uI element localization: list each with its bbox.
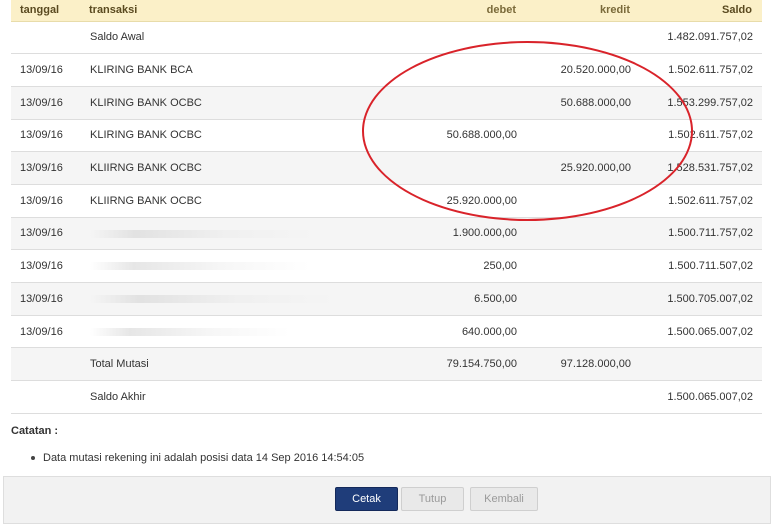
column-header-saldo: Saldo [640, 0, 762, 22]
cell-balance: 1.502.611.757,02 [640, 184, 762, 218]
cell-date: 13/09/16 [11, 151, 81, 185]
close-button[interactable]: Tutup [401, 487, 464, 511]
redacted-text [90, 327, 290, 336]
mutation-table: tanggal transaksi debet kredit Saldo Sal… [11, 0, 762, 414]
cell-credit [526, 380, 640, 414]
table-row: 13/09/16 KLIIRNG BANK OCBC 25.920.000,00… [11, 151, 762, 185]
cell-balance: 1.500.711.507,02 [640, 249, 762, 283]
cell-balance: 1.500.711.757,02 [640, 217, 762, 251]
cell-credit [526, 315, 640, 349]
print-button[interactable]: Cetak [335, 487, 398, 511]
notes-list: Data mutasi rekening ini adalah posisi d… [31, 452, 364, 464]
cell-transaction: KLIRING BANK OCBC [81, 119, 421, 153]
cell-transaction-redacted [81, 315, 421, 349]
table-row: 13/09/16 KLIRING BANK OCBC 50.688.000,00… [11, 86, 762, 120]
cell-date [11, 380, 81, 414]
cell-transaction-redacted [81, 249, 421, 283]
cell-debit: 79.154.750,00 [421, 347, 526, 382]
back-button[interactable]: Kembali [470, 487, 538, 511]
cell-credit: 25.920.000,00 [526, 151, 640, 185]
cell-credit: 50.688.000,00 [526, 86, 640, 120]
table-row: 13/09/16 6.500,00 1.500.705.007,02 [11, 282, 762, 316]
cell-debit: 6.500,00 [421, 282, 526, 316]
cell-debit [421, 21, 526, 55]
cell-date: 13/09/16 [11, 119, 81, 153]
cell-date: 13/09/16 [11, 184, 81, 218]
notes-title: Catatan : [11, 425, 59, 437]
cell-debit [421, 151, 526, 185]
cell-balance [640, 347, 762, 382]
column-header-kredit: kredit [526, 0, 640, 22]
cell-transaction: KLIIRNG BANK OCBC [81, 151, 421, 185]
cell-transaction: KLIRING BANK OCBC [81, 86, 421, 120]
table-row: 13/09/16 250,00 1.500.711.507,02 [11, 249, 762, 283]
table-row: 13/09/16 KLIIRNG BANK OCBC 25.920.000,00… [11, 184, 762, 218]
cell-date [11, 21, 81, 55]
redacted-text [90, 262, 310, 271]
cell-credit [526, 282, 640, 316]
table-row-total-mutasi: Total Mutasi 79.154.750,00 97.128.000,00 [11, 347, 762, 382]
cell-transaction: Total Mutasi [81, 347, 421, 382]
action-bar: Cetak Tutup Kembali [3, 476, 771, 524]
cell-date: 13/09/16 [11, 315, 81, 349]
cell-debit: 250,00 [421, 249, 526, 283]
cell-credit [526, 21, 640, 55]
cell-transaction: KLIRING BANK BCA [81, 53, 421, 87]
cell-balance: 1.553.299.757,02 [640, 86, 762, 120]
cell-transaction: Saldo Akhir [81, 380, 421, 414]
table-row-saldo-akhir: Saldo Akhir 1.500.065.007,02 [11, 380, 762, 414]
redacted-text [90, 229, 315, 238]
bullet-icon [31, 456, 35, 460]
cell-transaction: KLIIRNG BANK OCBC [81, 184, 421, 218]
cell-balance: 1.528.531.757,02 [640, 151, 762, 185]
table-row: 13/09/16 KLIRING BANK OCBC 50.688.000,00… [11, 119, 762, 153]
cell-date: 13/09/16 [11, 249, 81, 283]
table-row-saldo-awal: Saldo Awal 1.482.091.757,02 [11, 21, 762, 55]
cell-debit [421, 86, 526, 120]
cell-date: 13/09/16 [11, 86, 81, 120]
cell-balance: 1.500.705.007,02 [640, 282, 762, 316]
notes-item-text: Data mutasi rekening ini adalah posisi d… [43, 452, 365, 464]
cell-date: 13/09/16 [11, 282, 81, 316]
cell-debit: 25.920.000,00 [421, 184, 526, 218]
cell-debit: 1.900.000,00 [421, 217, 526, 251]
table-row: 13/09/16 KLIRING BANK BCA 20.520.000,00 … [11, 53, 762, 87]
mutation-table-container: tanggal transaksi debet kredit Saldo Sal… [11, 0, 762, 414]
cell-credit [526, 249, 640, 283]
column-header-debet: debet [421, 0, 526, 22]
cell-balance: 1.500.065.007,02 [640, 380, 762, 414]
cell-date [11, 347, 81, 382]
table-row: 13/09/16 640.000,00 1.500.065.007,02 [11, 315, 762, 349]
cell-balance: 1.502.611.757,02 [640, 119, 762, 153]
cell-transaction-redacted [81, 282, 421, 316]
cell-balance: 1.482.091.757,02 [640, 21, 762, 55]
cell-date: 13/09/16 [11, 217, 81, 251]
table-row: 13/09/16 1.900.000,00 1.500.711.757,02 [11, 217, 762, 251]
column-header-transaksi: transaksi [81, 0, 421, 22]
column-header-tanggal: tanggal [11, 0, 81, 22]
redacted-text [90, 294, 335, 303]
cell-debit: 50.688.000,00 [421, 119, 526, 153]
cell-balance: 1.500.065.007,02 [640, 315, 762, 349]
cell-debit [421, 53, 526, 87]
cell-balance: 1.502.611.757,02 [640, 53, 762, 87]
cell-credit [526, 184, 640, 218]
notes-item: Data mutasi rekening ini adalah posisi d… [31, 452, 364, 464]
cell-debit [421, 380, 526, 414]
notes-section: Catatan : Data mutasi rekening ini adala… [11, 425, 762, 464]
cell-credit: 20.520.000,00 [526, 53, 640, 87]
cell-debit: 640.000,00 [421, 315, 526, 349]
cell-credit [526, 217, 640, 251]
cell-credit [526, 119, 640, 153]
cell-credit: 97.128.000,00 [526, 347, 640, 382]
cell-transaction: Saldo Awal [81, 21, 421, 55]
cell-transaction-redacted [81, 217, 421, 251]
cell-date: 13/09/16 [11, 53, 81, 87]
table-header-row: tanggal transaksi debet kredit Saldo [11, 0, 762, 22]
